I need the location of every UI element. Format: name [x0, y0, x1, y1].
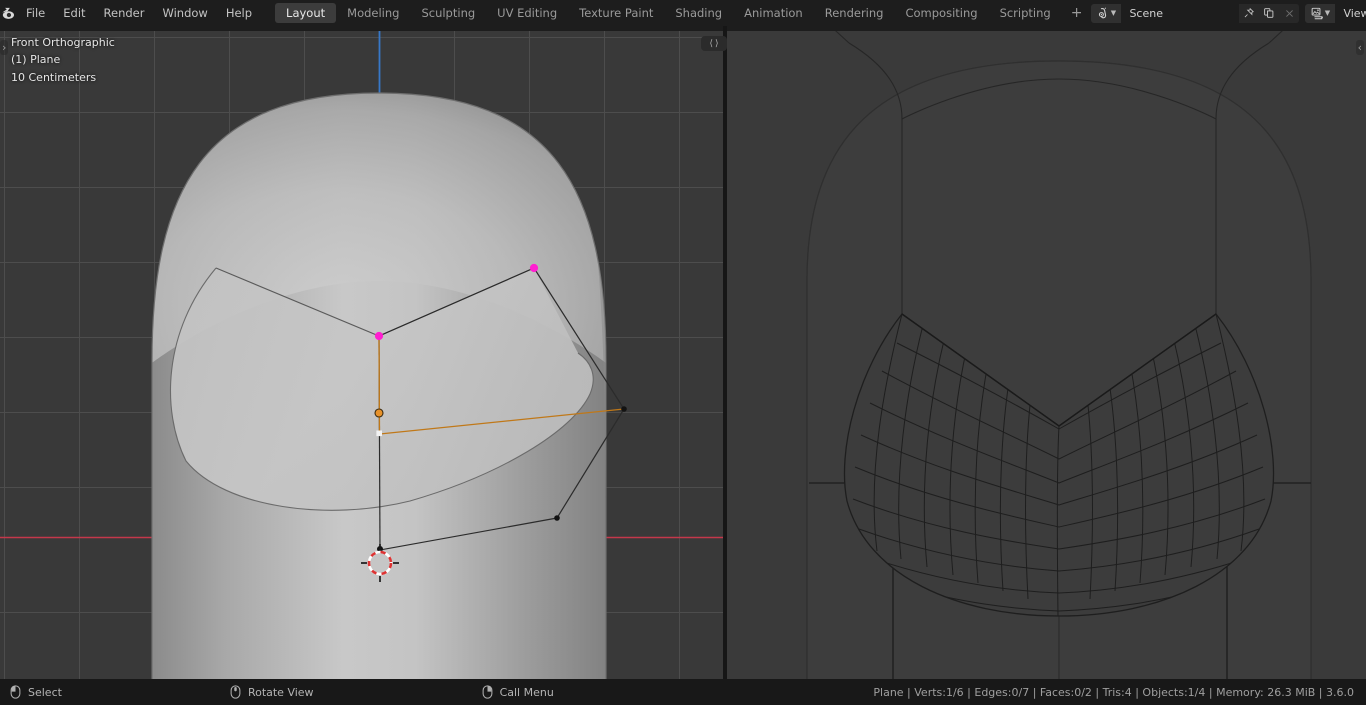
tab-uv-editing[interactable]: UV Editing	[486, 3, 568, 23]
chevron-right-icon: ⟩	[715, 38, 719, 49]
right-sidebar-toggle[interactable]: ‹	[1355, 40, 1364, 55]
tab-compositing[interactable]: Compositing	[894, 3, 988, 23]
median-point	[376, 430, 382, 437]
top-bar: File Edit Render Window Help Layout Mode…	[0, 0, 1366, 26]
vertex-right[interactable]	[621, 406, 627, 412]
tab-rendering[interactable]: Rendering	[814, 3, 895, 23]
chevron-down-icon: ▼	[1324, 9, 1331, 17]
tab-sculpting[interactable]: Sculpting	[410, 3, 486, 23]
scene-icon[interactable]: ▼	[1091, 3, 1122, 23]
vertex-selected-top[interactable]	[374, 331, 384, 341]
chevron-down-icon: ▼	[1110, 9, 1117, 17]
chevron-left-icon: ⟨	[709, 38, 713, 49]
tab-scripting[interactable]: Scripting	[989, 3, 1062, 23]
left-sidebar-toggle[interactable]: ›	[0, 40, 9, 55]
tab-animation[interactable]: Animation	[733, 3, 814, 23]
menu-window[interactable]: Window	[153, 0, 216, 26]
status-hints: Select Rotate View Call Menu	[0, 685, 554, 699]
hint-call-menu-label: Call Menu	[499, 685, 554, 699]
menu-edit[interactable]: Edit	[54, 0, 94, 26]
viewport-right-canvas	[727, 31, 1366, 679]
pin-icon[interactable]	[1239, 3, 1260, 23]
view-layer-icon[interactable]: ▼	[1305, 3, 1336, 23]
viewport-right[interactable]	[727, 31, 1366, 679]
new-scene-button[interactable]	[1259, 3, 1280, 23]
add-workspace-button[interactable]: +	[1062, 0, 1092, 26]
hint-rotate-view: Rotate View	[230, 685, 314, 699]
status-bar: Select Rotate View Call Menu Plane | Ver…	[0, 679, 1366, 705]
vertex-selected-upper-right[interactable]	[529, 263, 539, 273]
splitter-arrows[interactable]: ⟨ ⟩	[701, 36, 727, 51]
mouse-middle-icon	[230, 685, 241, 699]
workspace-tabs: Layout Modeling Sculpting UV Editing Tex…	[275, 0, 1091, 26]
menu-help[interactable]: Help	[217, 0, 261, 26]
tab-shading[interactable]: Shading	[664, 3, 733, 23]
tab-texture-paint[interactable]: Texture Paint	[568, 3, 664, 23]
editor-area: Front Orthographic (1) Plane 10 Centimet…	[0, 26, 1366, 679]
view-layer-name-field[interactable]: View Layer	[1335, 3, 1366, 23]
vertex-lower-right[interactable]	[554, 515, 560, 521]
blender-logo-icon[interactable]	[0, 0, 17, 26]
hint-rotate-view-label: Rotate View	[247, 685, 314, 699]
hint-select: Select	[10, 685, 62, 699]
tab-layout[interactable]: Layout	[275, 3, 337, 23]
view-layer-datablock: ▼ View Layer	[1305, 3, 1366, 23]
mouse-left-icon	[10, 685, 21, 699]
scene-datablock: ▼ Scene	[1091, 3, 1300, 23]
unlink-scene-button[interactable]	[1279, 3, 1300, 23]
menu-render[interactable]: Render	[95, 0, 154, 26]
scene-name-field[interactable]: Scene	[1121, 3, 1240, 23]
tab-modeling[interactable]: Modeling	[336, 3, 410, 23]
viewport-left[interactable]: Front Orthographic (1) Plane 10 Centimet…	[0, 31, 723, 679]
menu-file[interactable]: File	[17, 0, 54, 26]
viewport-left-canvas	[0, 31, 723, 679]
vertex-active[interactable]	[374, 408, 384, 418]
hint-call-menu: Call Menu	[482, 685, 554, 699]
topbar-datablocks: ▼ Scene ▼ View	[1091, 3, 1366, 23]
hint-select-label: Select	[28, 685, 62, 699]
scene-statistics: Plane | Verts:1/6 | Edges:0/7 | Faces:0/…	[873, 685, 1354, 699]
mouse-right-icon	[482, 685, 493, 699]
